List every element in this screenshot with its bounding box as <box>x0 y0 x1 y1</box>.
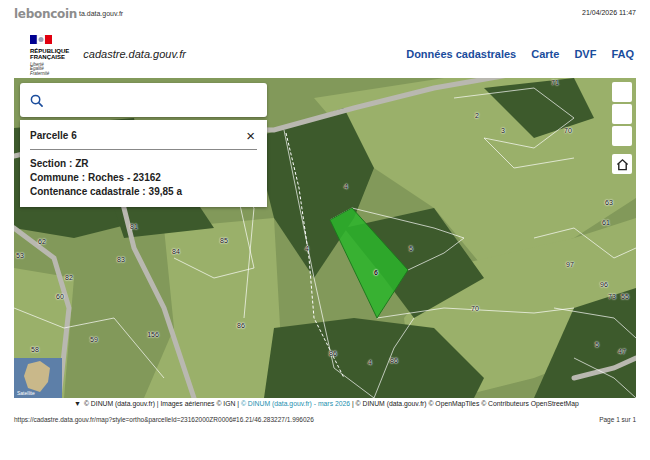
site-name[interactable]: cadastre.data.gouv.fr <box>83 46 186 63</box>
print-url: ta.data.gouv.fr <box>79 9 123 20</box>
rf-logo: RÉPUBLIQUEFRANÇAISE LibertéÉgalitéFratern… <box>30 31 69 77</box>
parcel-label[interactable]: 4 <box>344 183 348 190</box>
print-footer: https://cadastre.data.gouv.fr/map?style=… <box>0 410 650 425</box>
parcel-label[interactable]: 83 <box>117 256 125 263</box>
selected-parcel[interactable] <box>330 208 408 318</box>
nav-link[interactable]: Carte <box>531 46 559 63</box>
parcel-label[interactable]: 5 <box>595 341 599 348</box>
parcel-label[interactable]: 53 <box>16 252 24 259</box>
close-button[interactable]: × <box>244 128 257 143</box>
page-number: Page 1 sur 1 <box>599 415 636 425</box>
parcel-label[interactable]: 58 <box>31 346 39 353</box>
search-bar <box>20 83 267 117</box>
attribution-text: | © DINUM (data.gouv.fr) © OpenMapTiles … <box>350 398 579 410</box>
parcel-label[interactable]: 5 <box>409 245 413 252</box>
field-label: Contenance cadastrale : <box>30 186 146 197</box>
parcel-label[interactable]: 59 <box>90 336 98 343</box>
watermark: leboncoin <box>14 8 77 20</box>
parcel-label[interactable]: 60 <box>56 293 64 300</box>
inset-label: Satellite <box>17 391 35 396</box>
parcel-title: Parcelle 6 <box>30 128 77 143</box>
print-header-left: leboncointa.data.gouv.fr <box>14 8 123 20</box>
map-controls <box>612 82 632 174</box>
search-icon <box>30 94 43 107</box>
compass-button[interactable] <box>612 126 632 146</box>
logo-line: RÉPUBLIQUE <box>30 48 69 54</box>
parcel-field: Commune :Roches - 23162 <box>30 171 257 185</box>
parcel-label[interactable]: 86 <box>390 357 398 364</box>
parcel-label[interactable]: 97 <box>566 261 574 268</box>
attribution-text: © DINUM (data.gouv.fr) | Images aérienne… <box>84 398 241 410</box>
nav-link[interactable]: Données cadastrales <box>406 46 516 63</box>
parcel-label[interactable]: 2 <box>475 112 479 119</box>
motto: LibertéÉgalitéFraternité <box>30 63 69 77</box>
parcel-label[interactable]: 71 <box>551 79 559 86</box>
parcel-label[interactable]: 63 <box>605 199 613 206</box>
parcel-label[interactable]: 156 <box>147 331 159 338</box>
parcel-label[interactable]: 4 <box>368 359 372 366</box>
parcel-label[interactable]: 73 <box>608 293 616 300</box>
divider <box>30 149 257 150</box>
brand[interactable]: RÉPUBLIQUEFRANÇAISE LibertéÉgalitéFratern… <box>30 31 186 77</box>
map[interactable]: 7123704456708648686156818485838262536059… <box>14 78 636 398</box>
parcel-label[interactable]: 70 <box>471 305 479 312</box>
parcel-label[interactable]: 86 <box>329 350 337 357</box>
home-icon <box>616 158 629 171</box>
logo-line: FRANÇAISE <box>30 54 69 60</box>
main-nav: Données cadastrales Carte DVF FAQ <box>406 46 634 63</box>
zoom-in-button[interactable] <box>612 82 632 102</box>
parcel-label[interactable]: 81 <box>130 223 138 230</box>
print-datetime: 21/04/2026 11:47 <box>582 8 636 19</box>
parcel-label[interactable]: 4 <box>305 245 309 252</box>
attribution-toggle[interactable]: ▼ <box>74 398 81 410</box>
parcel-label[interactable]: 3 <box>501 127 505 134</box>
site-header: RÉPUBLIQUEFRANÇAISE LibertéÉgalitéFratern… <box>0 30 650 78</box>
attribution-link[interactable]: © DINUM (data.gouv.fr) - mars 2026 <box>241 398 350 410</box>
parcel-field: Contenance cadastrale :39,85 a <box>30 185 257 199</box>
parcel-label[interactable]: 96 <box>600 281 608 288</box>
nav-link[interactable]: FAQ <box>611 46 634 63</box>
field-value: 39,85 a <box>149 186 182 197</box>
marianne-icon <box>30 35 52 44</box>
parcel-label[interactable]: 47 <box>618 348 626 355</box>
parcel-label[interactable]: 6 <box>374 269 378 276</box>
field-value: ZR <box>75 158 88 169</box>
print-header: leboncointa.data.gouv.fr 21/04/2026 11:47 <box>0 0 650 30</box>
attribution: ▼© DINUM (data.gouv.fr) | Images aérienn… <box>14 398 646 410</box>
parcel-label[interactable]: 85 <box>220 237 228 244</box>
parcel-label[interactable]: 61 <box>602 219 610 226</box>
field-value: Roches - 23162 <box>88 172 161 183</box>
field-label: Commune : <box>30 172 85 183</box>
print-footer-url: https://cadastre.data.gouv.fr/map?style=… <box>14 415 314 425</box>
parcel-field: Section :ZR <box>30 157 257 171</box>
field-label: Section : <box>30 158 72 169</box>
parcel-popup: Parcelle 6×Section :ZRCommune :Roches - … <box>20 83 267 207</box>
style-switcher[interactable]: Satellite <box>14 358 62 398</box>
parcel-card: Parcelle 6×Section :ZRCommune :Roches - … <box>20 120 267 207</box>
motto-line: Fraternité <box>30 72 69 77</box>
home-button[interactable] <box>612 154 632 174</box>
search-input[interactable] <box>51 92 257 109</box>
nav-link[interactable]: DVF <box>574 46 596 63</box>
parcel-label[interactable]: 82 <box>65 274 73 281</box>
parcel-label[interactable]: 55 <box>621 293 629 300</box>
parcel-label[interactable]: 70 <box>564 127 572 134</box>
parcel-label[interactable]: 86 <box>237 322 245 329</box>
parcel-label[interactable]: 62 <box>38 238 46 245</box>
zoom-out-button[interactable] <box>612 104 632 124</box>
parcel-label[interactable]: 84 <box>172 248 180 255</box>
card-header: Parcelle 6 × <box>30 128 257 143</box>
